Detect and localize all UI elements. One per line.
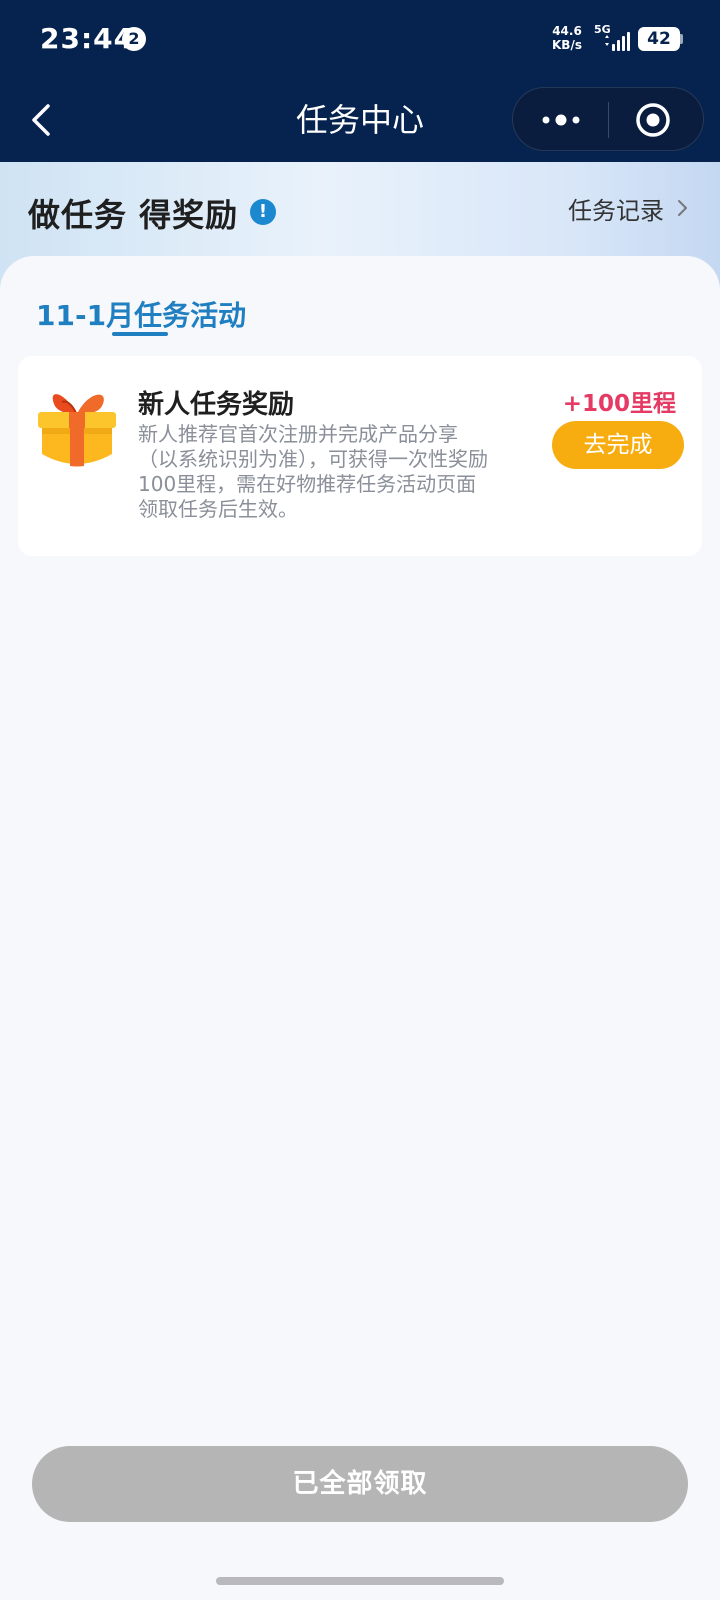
network-speed: 44.6 KB/s [552,24,582,52]
gift-box-icon [38,394,116,467]
status-time: 23:44 [40,22,135,55]
network-speed-value: 44.6 [552,24,582,38]
section-heading: 做任务 得奖励 [28,196,239,234]
status-bar: 23:44 2 44.6 KB/s 5G 42 [0,0,720,78]
target-circle-icon[interactable] [633,100,673,140]
claim-all-button[interactable]: 已全部领取 [32,1446,688,1522]
more-dots-icon[interactable] [539,110,583,130]
battery-tip [680,34,683,44]
tab-underline [112,332,168,336]
task-title: 新人任务奖励 [138,390,295,420]
home-indicator[interactable] [216,1577,504,1585]
capsule-divider [608,102,609,138]
task-record-link[interactable]: 任务记录 [568,191,664,226]
top-bar: 23:44 2 44.6 KB/s 5G 42 任务中心 [0,0,720,162]
chevron-right-icon[interactable] [676,196,690,220]
go-complete-button[interactable]: 去完成 [552,421,684,469]
mini-program-capsule [512,87,704,151]
signal-icon [605,32,630,51]
info-icon[interactable]: ! [250,199,276,225]
task-description: 新人推荐官首次注册并完成产品分享（以系统识别为准），可获得一次性奖励100里程，… [138,422,488,521]
network-speed-unit: KB/s [552,38,582,52]
notification-badge: 2 [122,27,146,51]
tab-task-activity[interactable]: 11-1月任务活动 [36,294,246,334]
task-reward: +100里程 [562,391,676,417]
battery-icon: 42 [638,27,680,51]
